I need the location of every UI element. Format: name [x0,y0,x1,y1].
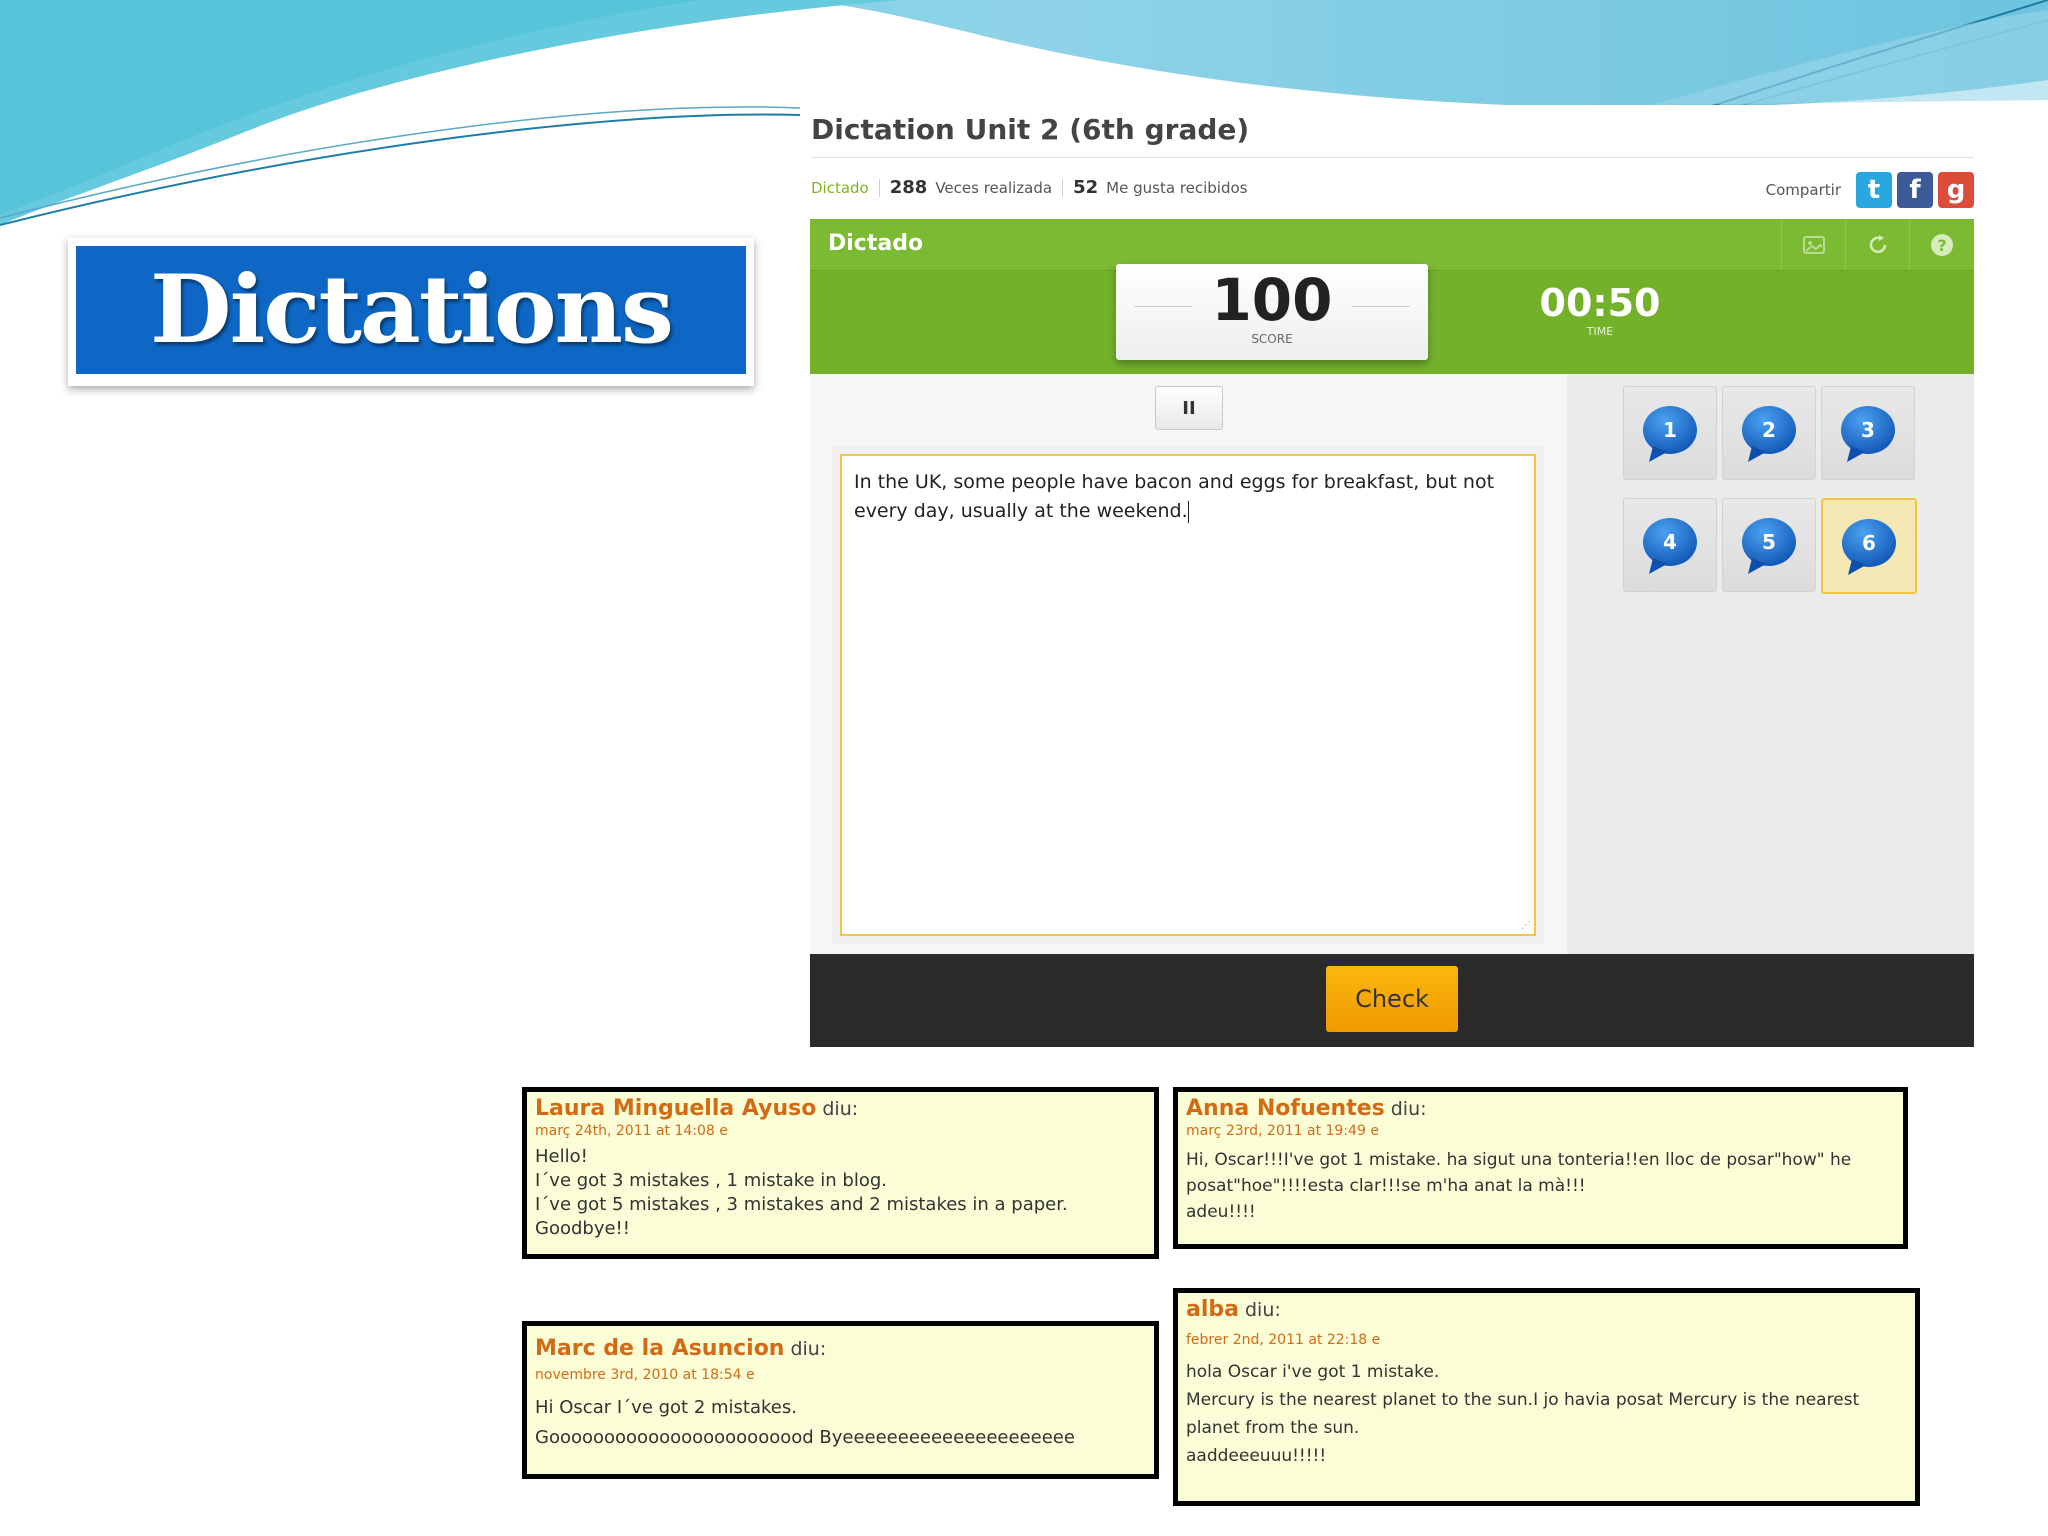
help-icon: ? [1931,233,1953,256]
comment-card: Marc de la Asuncion diu: novembre 3rd, 20… [522,1321,1159,1479]
check-button[interactable]: Check [1326,966,1458,1032]
pause-button[interactable]: II [1155,386,1223,430]
work-area: II In the UK, some people have bacon and… [810,374,1974,954]
audio-track-1-button[interactable]: 1 [1623,386,1717,480]
timer-display: 00:50 TIME [1530,281,1670,338]
comment-line: hola Oscar i've got 1 mistake. [1186,1362,1440,1382]
restart-button[interactable] [1845,219,1910,270]
title-divider [811,157,1974,158]
speech-bubble-icon: 6 [1842,519,1896,575]
category-link[interactable]: Dictado [811,179,869,197]
dictation-app-panel: Dictation Unit 2 (6th grade) Dictado 288… [800,105,1974,1047]
comment-date: febrer 2nd, 2011 at 22:18 e [1186,1332,1381,1348]
comment-line: adeu!!!! [1186,1202,1256,1222]
comment-card: alba diu: febrer 2nd, 2011 at 22:18 e hol… [1173,1288,1920,1506]
comment-body: Hello! I´ve got 3 mistakes , 1 mistake i… [535,1145,1146,1241]
svg-text:?: ? [1937,236,1946,255]
score-label: SCORE [1251,332,1293,346]
exercise-type-label: Dictado [828,231,924,256]
facebook-share-button[interactable]: f [1897,172,1933,208]
score-decor-line [1352,306,1410,307]
comment-author: Laura Minguella Ayuso [535,1096,817,1121]
exercise-title: Dictation Unit 2 (6th grade) [811,113,1250,146]
comment-line: Mercury is the nearest planet to the sun… [1186,1390,1860,1438]
audio-track-4-button[interactable]: 4 [1623,498,1717,592]
audio-track-3-button[interactable]: 3 [1821,386,1915,480]
share-bar: Compartir t f g [1766,172,1974,208]
exercise-header: Dictado ? 100 SCORE 00:50 TIME [810,219,1974,374]
twitter-share-button[interactable]: t [1856,172,1892,208]
comment-body: Hi Oscar I´ve got 2 mistakes. Gooooooooo… [535,1393,1146,1453]
gallery-icon [1803,235,1825,254]
comment-card: Laura Minguella Ayuso diu: març 24th, 201… [522,1087,1159,1259]
comment-line: I´ve got 3 mistakes , 1 mistake in blog. [535,1170,888,1191]
slide-title-background: Dictations [76,246,746,374]
comment-verb: diu: [1244,1299,1281,1321]
help-button[interactable]: ? [1909,219,1974,270]
comment-verb: diu: [822,1098,859,1120]
comment-date: novembre 3rd, 2010 at 18:54 e [535,1367,755,1383]
comment-card: Anna Nofuentes diu: març 23rd, 2011 at 19… [1173,1087,1908,1249]
resize-handle-icon[interactable]: ⋰ [1521,921,1531,931]
speech-bubble-icon: 3 [1841,406,1895,462]
comment-line: aaddeeeuuu!!!!! [1186,1446,1327,1466]
track-number: 2 [1762,418,1776,442]
comment-line: Hi, Oscar!!!I've got 1 mistake. ha sigut… [1186,1150,1852,1196]
audio-track-2-button[interactable]: 2 [1722,386,1816,480]
comment-line: Hi Oscar I´ve got 2 mistakes. [535,1397,797,1418]
time-label: TIME [1586,325,1614,338]
text-caret [1187,500,1189,523]
track-number: 5 [1762,530,1776,554]
likes-label: Me gusta recibidos [1106,178,1248,197]
likes-count: 52 [1073,177,1099,198]
track-selector-panel: 1 2 3 4 5 6 [1567,374,1974,954]
audio-track-6-button[interactable]: 6 [1821,498,1917,594]
score-value: 100 [1211,266,1333,334]
comment-line: Goooooooooooooooooooooood Byeeeeeeeeeeee… [535,1427,1075,1448]
comment-author: Marc de la Asuncion [535,1336,785,1361]
answer-textarea[interactable]: In the UK, some people have bacon and eg… [840,454,1536,936]
slide-title-banner: Dictations [68,238,754,386]
comment-verb: diu: [790,1338,827,1360]
speech-bubble-icon: 4 [1643,518,1697,574]
comment-date: març 24th, 2011 at 14:08 e [535,1123,728,1139]
track-number: 4 [1663,530,1677,554]
times-done-label: Veces realizada [935,178,1053,197]
comment-date: març 23rd, 2011 at 19:49 e [1186,1123,1379,1139]
comment-author: Anna Nofuentes [1186,1096,1385,1121]
track-number: 6 [1862,531,1876,555]
comment-body: hola Oscar i've got 1 mistake. Mercury i… [1186,1358,1907,1470]
comment-line: I´ve got 5 mistakes , 3 mistakes and 2 m… [535,1194,1068,1215]
answer-text[interactable]: In the UK, some people have bacon and eg… [854,468,1522,526]
audio-track-5-button[interactable]: 5 [1722,498,1816,592]
score-decor-line [1134,306,1192,307]
google-plus-share-button[interactable]: g [1938,172,1974,208]
meta-separator [1062,178,1064,197]
speech-bubble-icon: 5 [1742,518,1796,574]
track-number: 1 [1663,418,1677,442]
comment-body: Hi, Oscar!!!I've got 1 mistake. ha sigut… [1186,1147,1895,1225]
meta-separator [878,178,880,197]
refresh-icon [1869,234,1887,253]
comment-line: Goodbye!! [535,1218,630,1239]
comment-line: Hello! [535,1146,588,1167]
exercise-meta: Dictado 288 Veces realizada 52 Me gusta … [811,177,1247,198]
times-done-count: 288 [889,177,928,198]
action-bar: Check [810,954,1974,1047]
share-label: Compartir [1765,181,1841,199]
score-display: 100 SCORE [1116,264,1428,360]
time-value: 00:50 [1539,281,1661,325]
comment-verb: diu: [1390,1098,1427,1120]
comment-author: alba [1186,1297,1239,1322]
answer-text-value: In the UK, some people have bacon and eg… [854,471,1495,522]
speech-bubble-icon: 2 [1742,406,1796,462]
gallery-button[interactable] [1781,219,1846,270]
speech-bubble-icon: 1 [1643,406,1697,462]
track-number: 3 [1861,418,1875,442]
slide-title: Dictations [150,255,674,365]
